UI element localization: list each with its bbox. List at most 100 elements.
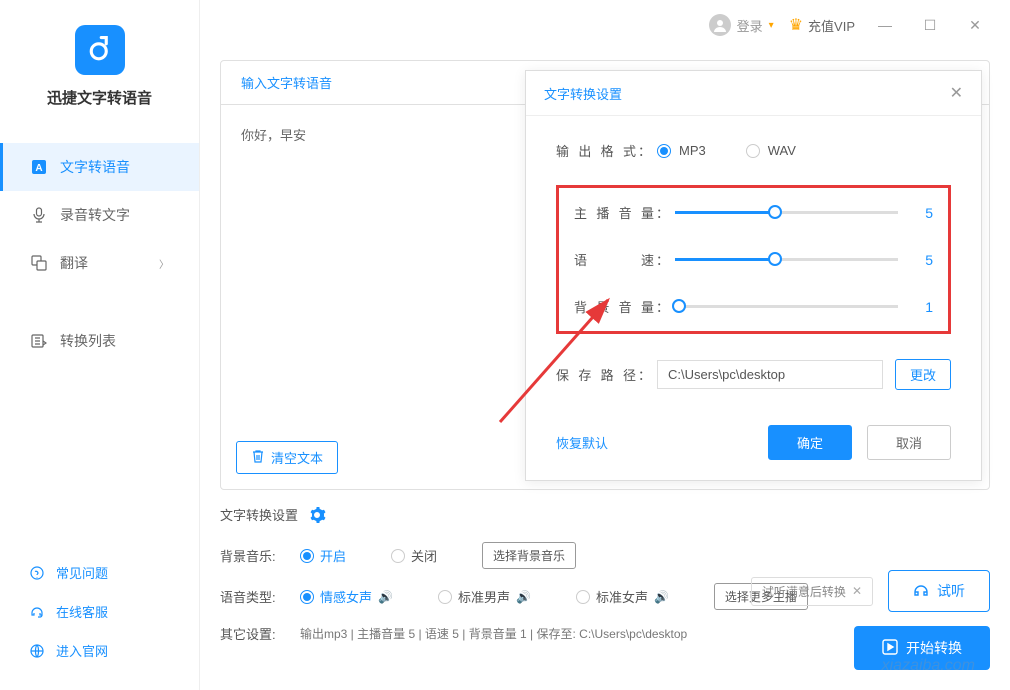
link-label: 常见问题 [56, 563, 108, 582]
login-label: 登录 [737, 16, 763, 35]
dialog-body: 输出格式： MP3 WAV 主播音量： 5 [526, 116, 981, 410]
service-link[interactable]: 在线客服 [0, 592, 199, 631]
radio-icon [391, 549, 405, 563]
crown-icon: ♛ [789, 15, 803, 35]
sample-text: 你好，早安 [241, 128, 306, 143]
nav-label: 录音转文字 [60, 205, 130, 225]
format-mp3-option[interactable]: MP3 [657, 143, 706, 158]
translate-icon [30, 254, 48, 272]
voice-emotional-female[interactable]: 情感女声🔊 [300, 587, 393, 606]
speed-value: 5 [913, 252, 933, 268]
clear-label: 清空文本 [271, 448, 323, 467]
slider-thumb[interactable] [768, 252, 782, 266]
bg-volume-value: 1 [913, 299, 933, 315]
save-path-input[interactable] [657, 360, 883, 389]
main-area: 登录 ▾ ♛ 充值VIP — ☐ ✕ 输入文字转语音 你好，早安 清空文本 [200, 0, 1010, 690]
volume-value: 5 [913, 205, 933, 221]
volume-label: 主播音量 [574, 203, 654, 222]
link-label: 在线客服 [56, 602, 108, 621]
format-radio-group: MP3 WAV [657, 143, 796, 158]
nav: A 文字转语音 录音转文字 翻译 〉 转换列表 [0, 143, 199, 365]
radio-icon [300, 590, 314, 604]
dialog-title: 文字转换设置 [544, 84, 622, 103]
voice-type-label: 语音类型: [220, 587, 285, 606]
dialog-footer: 恢复默认 确定 取消 [526, 410, 981, 480]
nav-convert-list[interactable]: 转换列表 [0, 317, 199, 365]
clear-text-button[interactable]: 清空文本 [236, 441, 338, 474]
speaker-icon: 🔊 [378, 590, 393, 604]
headphone-icon [913, 582, 929, 601]
highlight-box: 主播音量： 5 语 速： [556, 185, 951, 334]
text-icon: A [30, 158, 48, 176]
slider-thumb[interactable] [768, 205, 782, 219]
nav-text-to-speech[interactable]: A 文字转语音 [0, 143, 199, 191]
close-button[interactable]: ✕ [960, 10, 990, 40]
change-path-button[interactable]: 更改 [895, 359, 951, 390]
radio-icon [657, 144, 671, 158]
nav-label: 文字转语音 [60, 157, 130, 177]
login-button[interactable]: 登录 ▾ [709, 14, 774, 36]
app-title: 迅捷文字转语音 [0, 87, 199, 108]
maximize-button[interactable]: ☐ [915, 10, 945, 40]
chevron-right-icon: 〉 [159, 256, 169, 271]
vip-button[interactable]: ♛ 充值VIP [789, 15, 855, 35]
speed-label: 语 速 [574, 250, 654, 269]
bg-music-off-option[interactable]: 关闭 [391, 546, 437, 565]
settings-title: 文字转换设置 [220, 505, 298, 524]
bg-music-on-option[interactable]: 开启 [300, 546, 346, 565]
nav-audio-to-text[interactable]: 录音转文字 [0, 191, 199, 239]
microphone-icon [30, 206, 48, 224]
convert-action: 开始转换 [854, 626, 990, 670]
bg-volume-slider[interactable] [675, 305, 898, 308]
trash-icon [251, 449, 265, 466]
sidebar: 迅捷文字转语音 A 文字转语音 录音转文字 翻译 〉 转换列表 [0, 0, 200, 690]
close-icon[interactable]: ✕ [852, 584, 862, 598]
ok-button[interactable]: 确定 [768, 425, 852, 460]
right-actions: 试听满意后转换 ✕ 试听 [751, 570, 990, 612]
speaker-icon: 🔊 [516, 590, 531, 604]
faq-link[interactable]: 常见问题 [0, 553, 199, 592]
website-link[interactable]: 进入官网 [0, 631, 199, 670]
gear-icon[interactable] [308, 506, 326, 524]
voice-standard-male[interactable]: 标准男声🔊 [438, 587, 531, 606]
tab-input-text[interactable]: 输入文字转语音 [221, 61, 352, 104]
radio-icon [438, 590, 452, 604]
cancel-button[interactable]: 取消 [867, 425, 951, 460]
svg-text:A: A [35, 163, 42, 174]
play-icon [882, 639, 898, 658]
preview-hint-tag: 试听满意后转换 ✕ [751, 577, 873, 606]
nav-label: 翻译 [60, 253, 88, 273]
bg-music-label: 背景音乐: [220, 546, 285, 565]
question-icon [30, 565, 46, 581]
list-icon [30, 332, 48, 350]
bg-volume-label: 背景音量 [574, 297, 654, 316]
radio-icon [300, 549, 314, 563]
voice-standard-female[interactable]: 标准女声🔊 [576, 587, 669, 606]
convert-label: 开始转换 [906, 638, 962, 658]
minimize-button[interactable]: — [870, 10, 900, 40]
speed-row: 语 速： 5 [574, 250, 933, 269]
link-label: 进入官网 [56, 641, 108, 660]
start-convert-button[interactable]: 开始转换 [854, 626, 990, 670]
format-wav-option[interactable]: WAV [746, 143, 796, 158]
nav-label: 转换列表 [60, 331, 116, 351]
volume-slider[interactable] [675, 211, 898, 214]
preview-hint-text: 试听满意后转换 [762, 583, 846, 600]
dialog-close-button[interactable]: ✕ [950, 83, 963, 103]
nav-translate[interactable]: 翻译 〉 [0, 239, 199, 287]
slider-thumb[interactable] [672, 299, 686, 313]
restore-default-link[interactable]: 恢复默认 [556, 433, 608, 452]
settings-summary: 输出mp3 | 主播音量 5 | 语速 5 | 背景音量 1 | 保存至: C:… [300, 625, 687, 642]
speaker-icon: 🔊 [654, 590, 669, 604]
avatar-icon [709, 14, 731, 36]
headset-icon [30, 604, 46, 620]
vip-label: 充值VIP [808, 16, 855, 35]
radio-icon [746, 144, 760, 158]
listen-button[interactable]: 试听 [888, 570, 990, 612]
logo-area: 迅捷文字转语音 [0, 0, 199, 123]
speed-slider[interactable] [675, 258, 898, 261]
app-logo-icon [75, 25, 125, 75]
globe-icon [30, 643, 46, 659]
select-bg-music-button[interactable]: 选择背景音乐 [482, 542, 576, 569]
other-label: 其它设置: [220, 624, 285, 643]
